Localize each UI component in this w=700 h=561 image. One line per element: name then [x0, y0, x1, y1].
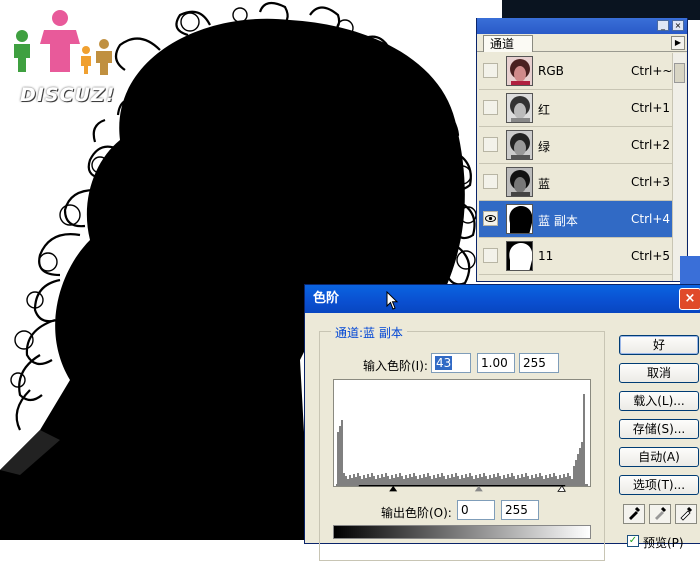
input-slider[interactable]	[333, 485, 591, 493]
black-eyedropper-icon[interactable]	[623, 504, 645, 524]
logo-text: DISCUZ!	[20, 84, 116, 106]
visibility-toggle[interactable]	[483, 100, 498, 115]
channel-shortcut: Ctrl+~	[631, 64, 673, 78]
channel-shortcut: Ctrl+2	[631, 138, 671, 152]
channel-shortcut: Ctrl+4	[631, 212, 671, 226]
scrollbar-thumb[interactable]	[674, 63, 685, 83]
channels-panel-titlebar[interactable]: _ ×	[477, 18, 687, 34]
channel-name: 11	[538, 249, 554, 263]
options-button[interactable]: 选项(T)...	[619, 475, 699, 495]
visibility-toggle[interactable]	[483, 137, 498, 152]
channel-row-red[interactable]: 红 Ctrl+1	[479, 90, 673, 127]
channel-thumbnail	[506, 56, 533, 86]
output-levels-label: 输出色阶(O):	[381, 506, 452, 520]
input-black-field[interactable]: 43	[431, 353, 471, 373]
levels-titlebar[interactable]: 色阶 ×	[305, 285, 700, 313]
channel-shortcut: Ctrl+5	[631, 249, 671, 263]
input-gamma-field[interactable]: 1.00	[477, 353, 515, 373]
channel-name: 蓝 副本	[538, 214, 578, 228]
channel-thumbnail	[506, 130, 533, 160]
output-gradient	[333, 525, 591, 539]
preview-checkbox[interactable]: ✓	[627, 535, 639, 547]
channel-row-rgb[interactable]: RGB Ctrl+~	[479, 53, 673, 90]
tab-channels[interactable]: 通道	[483, 35, 533, 52]
discuz-logo: DISCUZ!	[8, 8, 128, 106]
eye-icon[interactable]	[483, 211, 498, 226]
channel-name: RGB	[538, 64, 564, 78]
black-point-handle[interactable]	[389, 485, 398, 492]
panel-menu-icon[interactable]: ▶	[671, 36, 685, 50]
input-levels-label: 输入色阶(I):	[363, 359, 428, 373]
histogram	[333, 379, 591, 487]
visibility-toggle[interactable]	[483, 63, 498, 78]
white-point-handle[interactable]	[557, 485, 566, 492]
channel-label: 通道:蓝 副本	[331, 324, 407, 341]
channel-row-blue-copy[interactable]: 蓝 副本 Ctrl+4	[479, 201, 673, 238]
channel-thumbnail	[506, 167, 533, 197]
channel-thumbnail	[506, 241, 533, 271]
output-white-field[interactable]: 255	[501, 500, 539, 520]
family-figures-icon	[14, 10, 112, 75]
close-icon[interactable]: ×	[679, 288, 700, 310]
input-white-field[interactable]: 255	[519, 353, 559, 373]
ok-button[interactable]: 好	[619, 335, 699, 355]
white-eyedropper-icon[interactable]	[675, 504, 697, 524]
background-window-edge	[680, 256, 700, 286]
minimize-icon[interactable]: _	[657, 20, 669, 31]
channel-name: 红	[538, 103, 551, 117]
channels-panel: _ × 通道 ▶ RGB Ctrl+~ 红 Ctrl+1 绿 Ctrl+2 蓝 …	[476, 18, 688, 282]
levels-dialog: 色阶 × 通道:蓝 副本 输入色阶(I): 43 1.00 255 输出色阶(O…	[304, 284, 700, 561]
channel-thumbnail	[506, 93, 533, 123]
channel-row-blue[interactable]: 蓝 Ctrl+3	[479, 164, 673, 201]
dialog-title: 色阶	[313, 291, 340, 306]
channel-row-11[interactable]: 11 Ctrl+5	[479, 238, 673, 275]
channels-scrollbar[interactable]	[672, 53, 686, 281]
preview-label: 预览(P)	[643, 536, 684, 550]
cancel-button[interactable]: 取消	[619, 363, 699, 383]
channels-tabstrip: 通道 ▶	[477, 34, 687, 52]
channel-name: 蓝	[538, 177, 551, 191]
channel-thumbnail	[506, 204, 533, 234]
gamma-handle[interactable]	[474, 485, 483, 492]
channel-shortcut: Ctrl+1	[631, 101, 671, 115]
channel-row-green[interactable]: 绿 Ctrl+2	[479, 127, 673, 164]
gray-eyedropper-icon[interactable]	[649, 504, 671, 524]
mouse-cursor-icon	[386, 291, 399, 310]
auto-button[interactable]: 自动(A)	[619, 447, 699, 467]
close-icon[interactable]: ×	[672, 20, 684, 31]
channel-shortcut: Ctrl+3	[631, 175, 671, 189]
save-button[interactable]: 存储(S)...	[619, 419, 699, 439]
channel-name: 绿	[538, 140, 551, 154]
visibility-toggle[interactable]	[483, 174, 498, 189]
output-black-field[interactable]: 0	[457, 500, 495, 520]
visibility-toggle[interactable]	[483, 248, 498, 263]
load-button[interactable]: 载入(L)...	[619, 391, 699, 411]
